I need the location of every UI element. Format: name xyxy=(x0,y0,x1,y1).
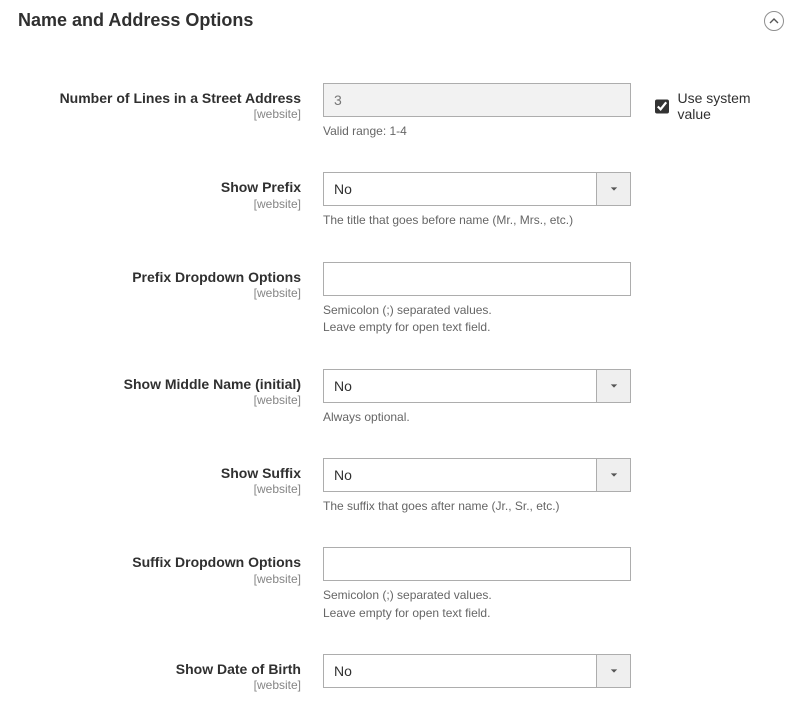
prefix-options-input[interactable] xyxy=(323,262,631,296)
field-hint: The title that goes before name (Mr., Mr… xyxy=(323,212,631,229)
extra-col: Use system value xyxy=(631,83,784,122)
label-col: Prefix Dropdown Options [website] xyxy=(18,262,323,300)
scope-label: [website] xyxy=(18,107,301,121)
caret-down-icon xyxy=(610,185,618,193)
field-hint: Always optional. xyxy=(323,409,631,426)
caret-down-icon xyxy=(610,382,618,390)
show-middle-select[interactable]: No xyxy=(323,369,631,403)
use-system-label: Use system value xyxy=(677,90,784,122)
suffix-options-input[interactable] xyxy=(323,547,631,581)
label-col: Show Suffix [website] xyxy=(18,458,323,496)
collapse-toggle-button[interactable] xyxy=(764,11,784,31)
label-col: Suffix Dropdown Options [website] xyxy=(18,547,323,585)
caret-down-icon xyxy=(610,471,618,479)
select-value: No xyxy=(324,655,596,687)
scope-label: [website] xyxy=(18,197,301,211)
caret-down-icon xyxy=(610,667,618,675)
control-col: Semicolon (;) separated values. Leave em… xyxy=(323,547,631,622)
field-label: Show Middle Name (initial) xyxy=(124,376,301,392)
show-suffix-select[interactable]: No xyxy=(323,458,631,492)
control-col: No Always optional. xyxy=(323,369,631,426)
section-title: Name and Address Options xyxy=(18,10,253,31)
field-label: Show Date of Birth xyxy=(176,661,301,677)
label-col: Show Middle Name (initial) [website] xyxy=(18,369,323,407)
label-col: Show Date of Birth [website] xyxy=(18,654,323,692)
control-col: No The title that goes before name (Mr.,… xyxy=(323,172,631,229)
scope-label: [website] xyxy=(18,482,301,496)
show-prefix-select[interactable]: No xyxy=(323,172,631,206)
field-label: Prefix Dropdown Options xyxy=(132,269,301,285)
field-hint: Semicolon (;) separated values. Leave em… xyxy=(323,587,631,622)
field-label: Show Prefix xyxy=(221,179,301,195)
field-label: Number of Lines in a Street Address xyxy=(60,90,301,106)
field-hint: The suffix that goes after name (Jr., Sr… xyxy=(323,498,631,515)
control-col: Semicolon (;) separated values. Leave em… xyxy=(323,262,631,337)
scope-label: [website] xyxy=(18,678,301,692)
field-label: Show Suffix xyxy=(221,465,301,481)
field-show-prefix: Show Prefix [website] No The title that … xyxy=(18,172,784,229)
field-hint: Valid range: 1-4 xyxy=(323,123,631,140)
field-show-middle: Show Middle Name (initial) [website] No … xyxy=(18,369,784,426)
show-dob-select[interactable]: No xyxy=(323,654,631,688)
select-arrow xyxy=(596,370,630,402)
scope-label: [website] xyxy=(18,393,301,407)
select-arrow xyxy=(596,173,630,205)
label-col: Number of Lines in a Street Address [web… xyxy=(18,83,323,121)
field-street-lines: Number of Lines in a Street Address [web… xyxy=(18,83,784,140)
control-col: No xyxy=(323,654,631,688)
field-show-suffix: Show Suffix [website] No The suffix that… xyxy=(18,458,784,515)
field-hint: Semicolon (;) separated values. Leave em… xyxy=(323,302,631,337)
select-value: No xyxy=(324,370,596,402)
section-header: Name and Address Options xyxy=(18,10,784,43)
use-system-checkbox[interactable] xyxy=(655,99,669,114)
control-col: No The suffix that goes after name (Jr.,… xyxy=(323,458,631,515)
scope-label: [website] xyxy=(18,572,301,586)
street-lines-input xyxy=(323,83,631,117)
use-system-checkbox-wrap[interactable]: Use system value xyxy=(655,90,784,122)
select-arrow xyxy=(596,655,630,687)
chevron-up-icon xyxy=(769,16,779,26)
control-col: Valid range: 1-4 xyxy=(323,83,631,140)
field-suffix-options: Suffix Dropdown Options [website] Semico… xyxy=(18,547,784,622)
field-label: Suffix Dropdown Options xyxy=(132,554,301,570)
field-show-dob: Show Date of Birth [website] No xyxy=(18,654,784,692)
select-value: No xyxy=(324,173,596,205)
field-prefix-options: Prefix Dropdown Options [website] Semico… xyxy=(18,262,784,337)
label-col: Show Prefix [website] xyxy=(18,172,323,210)
scope-label: [website] xyxy=(18,286,301,300)
select-value: No xyxy=(324,459,596,491)
select-arrow xyxy=(596,459,630,491)
